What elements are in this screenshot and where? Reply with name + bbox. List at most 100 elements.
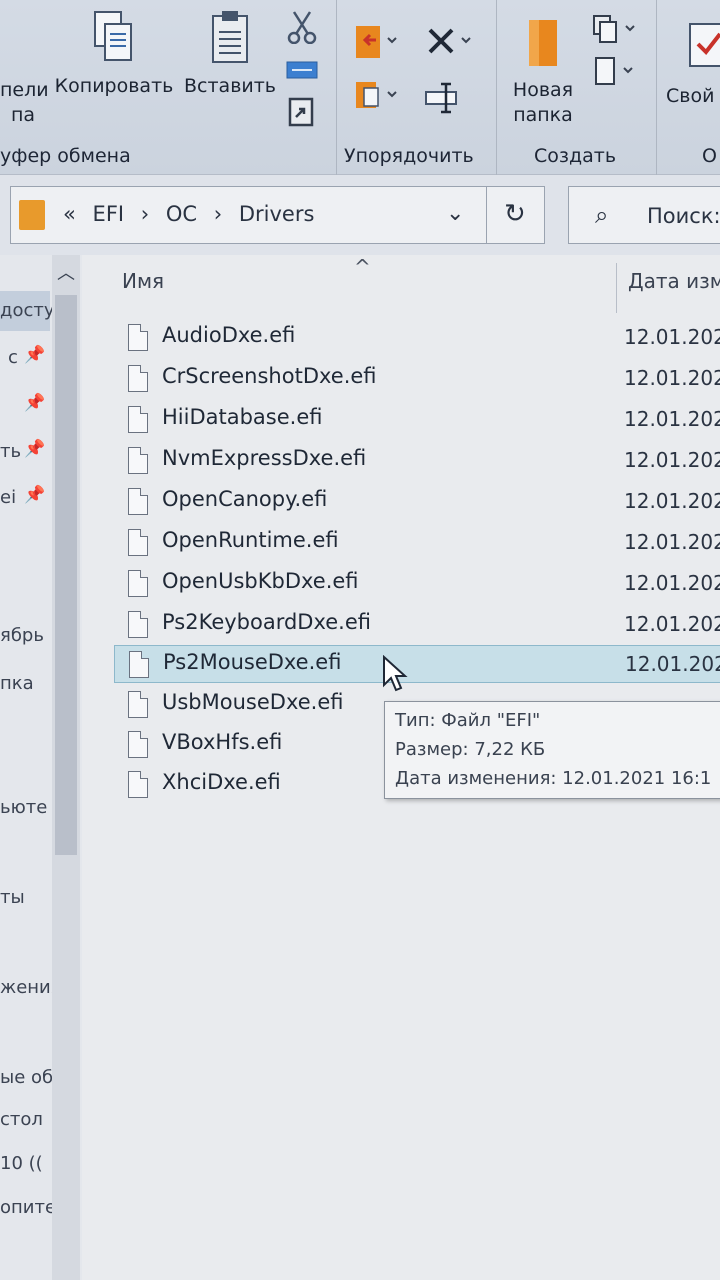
scroll-up-icon[interactable]: ︿ <box>52 259 80 289</box>
file-icon <box>128 406 148 433</box>
copy-button[interactable]: Копировать <box>50 8 178 99</box>
new-folder-label-2: папка <box>513 104 573 126</box>
file-row[interactable]: HiiDatabase.efi 12.01.202 <box>114 401 720 439</box>
nav-item[interactable]: стол <box>0 1109 43 1130</box>
file-name: OpenUsbKbDxe.efi <box>162 569 359 593</box>
file-row[interactable]: OpenRuntime.efi 12.01.202 <box>114 524 720 562</box>
breadcrumb-oc[interactable]: OC <box>166 202 197 226</box>
new-folder-button[interactable]: Новая папка <box>506 16 580 128</box>
copy-path-icon <box>286 61 318 79</box>
file-row[interactable]: CrScreenshotDxe.efi 12.01.202 <box>114 360 720 398</box>
file-icon <box>128 324 148 351</box>
file-icon <box>128 365 148 392</box>
breadcrumb-overflow[interactable]: « <box>63 202 76 226</box>
file-date: 12.01.202 <box>625 652 720 676</box>
file-icon <box>128 570 148 597</box>
file-row[interactable]: OpenCanopy.efi 12.01.202 <box>114 483 720 521</box>
open-group-label: О <box>702 145 717 167</box>
pin-icon: 📌 <box>24 345 46 365</box>
nav-item-quick-access[interactable]: досту <box>0 291 55 331</box>
file-name: NvmExpressDxe.efi <box>162 446 367 470</box>
copy-to-button[interactable] <box>352 78 400 118</box>
tooltip-modified: Дата изменения: 12.01.2021 16:1 <box>395 768 712 789</box>
nav-item[interactable]: ть <box>0 441 21 462</box>
breadcrumb-efi[interactable]: EFI <box>93 202 125 226</box>
clipboard-group-label: уфер обмена <box>0 145 131 167</box>
file-name: OpenRuntime.efi <box>162 528 339 552</box>
file-row[interactable]: OpenUsbKbDxe.efi 12.01.202 <box>114 565 720 603</box>
pin-icon: 📌 <box>24 439 46 459</box>
ribbon-separator <box>656 0 657 175</box>
file-date: 12.01.202 <box>624 489 720 513</box>
file-name: XhciDxe.efi <box>162 770 281 794</box>
file-row[interactable]: NvmExpressDxe.efi 12.01.202 <box>114 442 720 480</box>
file-icon <box>128 691 148 718</box>
file-date: 12.01.202 <box>624 612 720 636</box>
breadcrumb-drivers[interactable]: Drivers <box>239 202 315 226</box>
nav-scrollbar[interactable]: ︿ <box>52 255 80 1280</box>
scrollbar-thumb[interactable] <box>55 295 77 855</box>
move-to-button[interactable] <box>352 22 400 66</box>
ribbon-separator <box>496 0 497 175</box>
nav-item[interactable]: с <box>8 347 18 368</box>
new-item-button[interactable] <box>592 12 642 50</box>
folder-icon <box>19 200 45 230</box>
paste-label: Вставить <box>184 75 277 97</box>
delete-icon <box>428 28 471 54</box>
pin-quick-access-button[interactable]: пели па <box>0 78 49 128</box>
navigation-pane: досту с 📌 📌 ть 📌 еі 📌 ябрь пка ьюте ты ж… <box>0 255 82 1280</box>
paste-shortcut-button[interactable] <box>286 95 316 131</box>
file-list: ^ Имя Дата изм AudioDxe.efi 12.01.202 Cr… <box>82 255 720 1280</box>
file-row[interactable]: Ps2KeyboardDxe.efi 12.01.202 <box>114 606 720 644</box>
scissors-icon <box>287 11 317 45</box>
ribbon-separator <box>336 0 337 175</box>
nav-item[interactable]: пка <box>0 673 34 694</box>
file-icon <box>129 651 149 678</box>
file-name: AudioDxe.efi <box>162 323 296 347</box>
address-divider <box>486 187 487 243</box>
address-bar[interactable]: « EFI › OC › Drivers ⌄ ↻ <box>10 186 545 244</box>
breadcrumb: « EFI › OC › Drivers <box>63 202 324 226</box>
nav-item[interactable]: 10 (( <box>0 1153 43 1174</box>
nav-item[interactable]: ые об <box>0 1067 53 1088</box>
column-header-name[interactable]: Имя <box>122 269 164 293</box>
paste-shortcut-icon <box>288 97 314 127</box>
ribbon: пели па Копировать Вставить уфер обмена … <box>0 0 720 175</box>
move-to-icon <box>356 26 397 58</box>
column-divider[interactable] <box>616 263 617 313</box>
search-box[interactable]: ⌕ Поиск: <box>568 186 720 244</box>
paste-button[interactable]: Вставить <box>184 8 276 99</box>
delete-button[interactable] <box>424 24 474 64</box>
properties-button[interactable]: Свой <box>666 20 720 109</box>
file-name: Ps2KeyboardDxe.efi <box>162 610 372 634</box>
file-name: OpenCanopy.efi <box>162 487 328 511</box>
nav-item[interactable]: ьюте <box>0 797 47 818</box>
file-date: 12.01.202 <box>624 571 720 595</box>
file-name: UsbMouseDxe.efi <box>162 690 344 714</box>
file-name: CrScreenshotDxe.efi <box>162 364 377 388</box>
file-row[interactable]: AudioDxe.efi 12.01.202 <box>114 319 720 357</box>
search-placeholder: Поиск: <box>647 204 720 228</box>
file-date: 12.01.202 <box>624 325 720 349</box>
easy-access-button[interactable] <box>592 56 642 92</box>
nav-item[interactable]: ябрь <box>0 625 44 646</box>
search-icon: ⌕ <box>595 201 609 229</box>
nav-item[interactable]: ты <box>0 887 25 908</box>
pin-label-2: па <box>10 104 36 126</box>
paste-icon <box>212 11 248 63</box>
nav-item[interactable]: еі <box>0 487 16 508</box>
file-date: 12.01.202 <box>624 448 720 472</box>
rename-button[interactable] <box>424 80 464 118</box>
pin-label: пели <box>0 79 49 101</box>
cut-button[interactable] <box>286 10 318 48</box>
copy-path-button[interactable] <box>286 60 318 84</box>
file-icon <box>128 529 148 556</box>
file-row-selected[interactable]: Ps2MouseDxe.efi 12.01.202 <box>114 645 720 683</box>
chevron-down-icon[interactable]: ⌄ <box>446 201 464 226</box>
nav-item[interactable]: опите <box>0 1197 56 1218</box>
copy-label: Копировать <box>54 75 174 97</box>
refresh-icon[interactable]: ↻ <box>504 199 526 229</box>
chevron-right-icon: › <box>140 202 150 226</box>
column-header-date[interactable]: Дата изм <box>628 269 720 293</box>
pin-icon: 📌 <box>24 393 46 413</box>
